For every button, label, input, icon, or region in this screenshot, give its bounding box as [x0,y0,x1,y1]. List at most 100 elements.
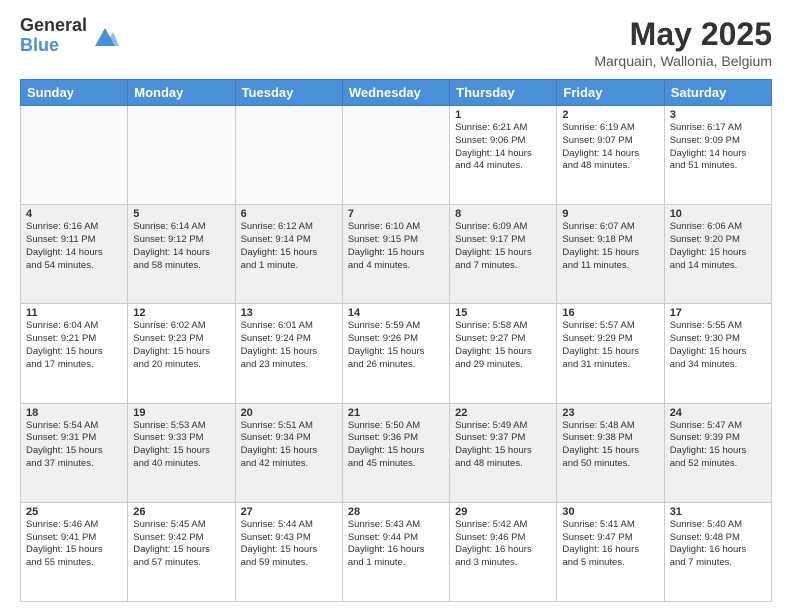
day-info: Sunrise: 6:04 AMSunset: 9:21 PMDaylight:… [26,320,122,371]
calendar-cell: 18Sunrise: 5:54 AMSunset: 9:31 PMDayligh… [21,403,128,502]
calendar-cell: 29Sunrise: 5:42 AMSunset: 9:46 PMDayligh… [450,502,557,601]
day-number: 24 [670,407,766,419]
calendar-cell: 19Sunrise: 5:53 AMSunset: 9:33 PMDayligh… [128,403,235,502]
day-info: Sunrise: 6:14 AMSunset: 9:12 PMDaylight:… [133,221,229,272]
day-number: 12 [133,307,229,319]
day-number: 31 [670,506,766,518]
day-number: 19 [133,407,229,419]
calendar-cell [342,106,449,205]
logo-general: General [20,16,87,36]
day-number: 17 [670,307,766,319]
calendar-cell: 31Sunrise: 5:40 AMSunset: 9:48 PMDayligh… [664,502,771,601]
calendar-cell [235,106,342,205]
day-info: Sunrise: 5:57 AMSunset: 9:29 PMDaylight:… [562,320,658,371]
calendar-cell: 24Sunrise: 5:47 AMSunset: 9:39 PMDayligh… [664,403,771,502]
calendar-cell: 3Sunrise: 6:17 AMSunset: 9:09 PMDaylight… [664,106,771,205]
calendar-cell: 26Sunrise: 5:45 AMSunset: 9:42 PMDayligh… [128,502,235,601]
calendar-cell: 11Sunrise: 6:04 AMSunset: 9:21 PMDayligh… [21,304,128,403]
month-title: May 2025 [594,16,772,53]
calendar-cell: 25Sunrise: 5:46 AMSunset: 9:41 PMDayligh… [21,502,128,601]
day-info: Sunrise: 6:17 AMSunset: 9:09 PMDaylight:… [670,122,766,173]
day-number: 10 [670,208,766,220]
calendar-cell [128,106,235,205]
day-info: Sunrise: 6:01 AMSunset: 9:24 PMDaylight:… [241,320,337,371]
calendar-cell: 23Sunrise: 5:48 AMSunset: 9:38 PMDayligh… [557,403,664,502]
day-number: 1 [455,109,551,121]
day-info: Sunrise: 5:45 AMSunset: 9:42 PMDaylight:… [133,519,229,570]
calendar-cell: 13Sunrise: 6:01 AMSunset: 9:24 PMDayligh… [235,304,342,403]
day-number: 4 [26,208,122,220]
day-info: Sunrise: 5:41 AMSunset: 9:47 PMDaylight:… [562,519,658,570]
day-info: Sunrise: 6:16 AMSunset: 9:11 PMDaylight:… [26,221,122,272]
day-number: 25 [26,506,122,518]
day-info: Sunrise: 6:10 AMSunset: 9:15 PMDaylight:… [348,221,444,272]
day-number: 29 [455,506,551,518]
weekday-header-row: SundayMondayTuesdayWednesdayThursdayFrid… [21,80,772,106]
day-number: 8 [455,208,551,220]
day-number: 2 [562,109,658,121]
day-number: 6 [241,208,337,220]
page: General Blue May 2025 Marquain, Wallonia… [0,0,792,612]
day-number: 16 [562,307,658,319]
logo-blue: Blue [20,36,87,56]
day-info: Sunrise: 5:48 AMSunset: 9:38 PMDaylight:… [562,420,658,471]
weekday-header-monday: Monday [128,80,235,106]
title-block: May 2025 Marquain, Wallonia, Belgium [594,16,772,69]
day-info: Sunrise: 5:54 AMSunset: 9:31 PMDaylight:… [26,420,122,471]
weekday-header-sunday: Sunday [21,80,128,106]
weekday-header-friday: Friday [557,80,664,106]
calendar-cell: 9Sunrise: 6:07 AMSunset: 9:18 PMDaylight… [557,205,664,304]
day-number: 18 [26,407,122,419]
calendar-cell: 14Sunrise: 5:59 AMSunset: 9:26 PMDayligh… [342,304,449,403]
week-row-5: 25Sunrise: 5:46 AMSunset: 9:41 PMDayligh… [21,502,772,601]
day-info: Sunrise: 5:51 AMSunset: 9:34 PMDaylight:… [241,420,337,471]
day-number: 23 [562,407,658,419]
week-row-2: 4Sunrise: 6:16 AMSunset: 9:11 PMDaylight… [21,205,772,304]
calendar-cell: 4Sunrise: 6:16 AMSunset: 9:11 PMDaylight… [21,205,128,304]
logo: General Blue [20,16,119,56]
calendar-cell: 30Sunrise: 5:41 AMSunset: 9:47 PMDayligh… [557,502,664,601]
day-number: 7 [348,208,444,220]
day-number: 27 [241,506,337,518]
day-number: 9 [562,208,658,220]
header: General Blue May 2025 Marquain, Wallonia… [20,16,772,69]
day-info: Sunrise: 5:59 AMSunset: 9:26 PMDaylight:… [348,320,444,371]
calendar-cell: 17Sunrise: 5:55 AMSunset: 9:30 PMDayligh… [664,304,771,403]
calendar-cell: 28Sunrise: 5:43 AMSunset: 9:44 PMDayligh… [342,502,449,601]
calendar-cell: 7Sunrise: 6:10 AMSunset: 9:15 PMDaylight… [342,205,449,304]
calendar-cell: 27Sunrise: 5:44 AMSunset: 9:43 PMDayligh… [235,502,342,601]
weekday-header-tuesday: Tuesday [235,80,342,106]
day-info: Sunrise: 5:40 AMSunset: 9:48 PMDaylight:… [670,519,766,570]
day-info: Sunrise: 5:42 AMSunset: 9:46 PMDaylight:… [455,519,551,570]
calendar-cell: 16Sunrise: 5:57 AMSunset: 9:29 PMDayligh… [557,304,664,403]
week-row-3: 11Sunrise: 6:04 AMSunset: 9:21 PMDayligh… [21,304,772,403]
weekday-header-thursday: Thursday [450,80,557,106]
day-number: 22 [455,407,551,419]
day-number: 13 [241,307,337,319]
weekday-header-saturday: Saturday [664,80,771,106]
calendar-cell: 12Sunrise: 6:02 AMSunset: 9:23 PMDayligh… [128,304,235,403]
day-info: Sunrise: 6:07 AMSunset: 9:18 PMDaylight:… [562,221,658,272]
day-info: Sunrise: 5:50 AMSunset: 9:36 PMDaylight:… [348,420,444,471]
day-info: Sunrise: 5:55 AMSunset: 9:30 PMDaylight:… [670,320,766,371]
calendar-cell: 5Sunrise: 6:14 AMSunset: 9:12 PMDaylight… [128,205,235,304]
day-number: 3 [670,109,766,121]
day-number: 5 [133,208,229,220]
calendar-cell: 6Sunrise: 6:12 AMSunset: 9:14 PMDaylight… [235,205,342,304]
location: Marquain, Wallonia, Belgium [594,53,772,69]
calendar-cell: 15Sunrise: 5:58 AMSunset: 9:27 PMDayligh… [450,304,557,403]
calendar-cell: 2Sunrise: 6:19 AMSunset: 9:07 PMDaylight… [557,106,664,205]
logo-icon [91,22,119,50]
day-info: Sunrise: 6:19 AMSunset: 9:07 PMDaylight:… [562,122,658,173]
day-number: 26 [133,506,229,518]
day-info: Sunrise: 6:09 AMSunset: 9:17 PMDaylight:… [455,221,551,272]
day-info: Sunrise: 6:06 AMSunset: 9:20 PMDaylight:… [670,221,766,272]
day-info: Sunrise: 5:43 AMSunset: 9:44 PMDaylight:… [348,519,444,570]
weekday-header-wednesday: Wednesday [342,80,449,106]
day-info: Sunrise: 5:53 AMSunset: 9:33 PMDaylight:… [133,420,229,471]
day-info: Sunrise: 6:21 AMSunset: 9:06 PMDaylight:… [455,122,551,173]
day-number: 14 [348,307,444,319]
calendar-cell: 8Sunrise: 6:09 AMSunset: 9:17 PMDaylight… [450,205,557,304]
day-number: 28 [348,506,444,518]
calendar-table: SundayMondayTuesdayWednesdayThursdayFrid… [20,79,772,602]
